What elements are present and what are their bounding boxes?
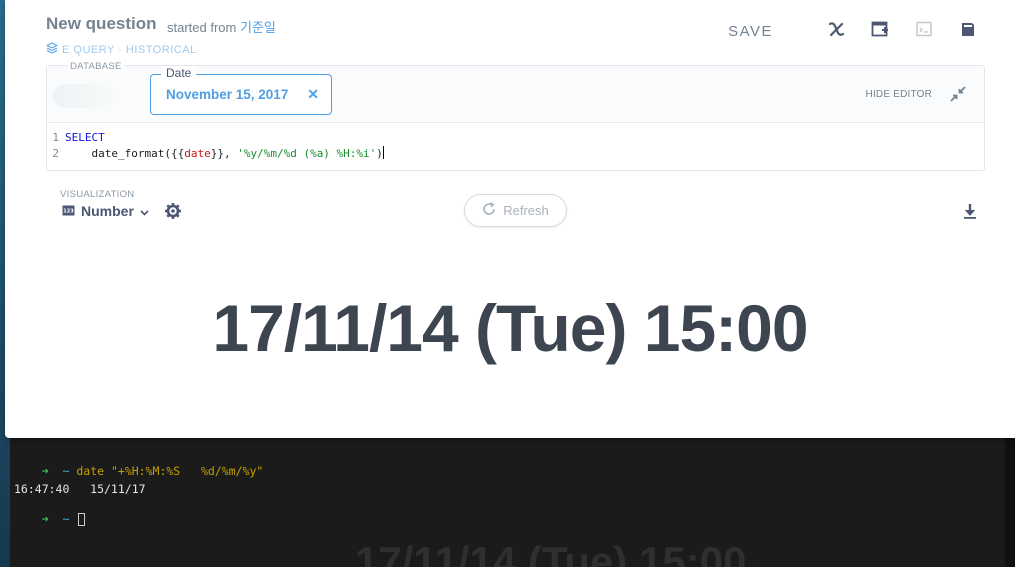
add-to-dashboard-icon[interactable] xyxy=(869,18,891,40)
template-close: }}, xyxy=(210,147,238,160)
refresh-icon xyxy=(482,202,496,219)
database-picker[interactable] xyxy=(53,84,113,108)
template-variable: date xyxy=(184,147,211,160)
collection-label: E QUERY · HISTORICAL xyxy=(62,43,197,56)
refresh-button[interactable]: Refresh xyxy=(464,194,567,227)
origin-prefix: started from xyxy=(167,20,237,35)
terminal-cursor xyxy=(78,513,86,526)
clear-icon[interactable]: ✕ xyxy=(307,86,319,103)
svg-text:123: 123 xyxy=(63,209,74,215)
terminal-edge xyxy=(1005,438,1015,567)
sql-paren: ) xyxy=(376,147,383,160)
download-icon[interactable] xyxy=(963,203,977,224)
refresh-label: Refresh xyxy=(503,203,549,218)
chevron-down-icon xyxy=(140,203,149,219)
data-reference-icon[interactable] xyxy=(957,18,979,40)
line-number: 1 xyxy=(52,131,59,144)
date-parameter-label: Date xyxy=(161,66,197,80)
date-parameter-value[interactable]: November 15, 2017 xyxy=(166,87,288,102)
template-open: {{ xyxy=(170,147,185,160)
snippet-icon[interactable] xyxy=(913,18,935,40)
terminal-prompt-arrow: ➜ xyxy=(41,512,49,526)
terminal-window: ➜ ~ date "+%H:%M:%S %d/%m/%y" 16:47:40 1… xyxy=(10,438,1005,567)
code-line: 2 date_format({{date}}, '%y/%m/%d (%a) %… xyxy=(47,146,984,162)
sql-function: date_format( xyxy=(65,147,171,160)
origin-link[interactable]: 기준일 xyxy=(240,20,276,35)
code-line: 1 SELECT xyxy=(47,130,984,146)
visualization-type-picker[interactable]: 123 Number xyxy=(62,203,149,219)
date-parameter-widget[interactable]: Date November 15, 2017 ✕ xyxy=(150,66,332,115)
editor-toolbar: DATABASE Date November 15, 2017 ✕ HIDE E… xyxy=(47,61,984,123)
terminal-dir: ~ xyxy=(62,464,70,478)
visualization-type-label: Number xyxy=(81,203,134,219)
header-actions: SAVE xyxy=(728,18,979,40)
sql-string: '%y/%m/%d (%a) %H:%i' xyxy=(237,147,377,160)
native-query-editor: DATABASE Date November 15, 2017 ✕ HIDE E… xyxy=(46,61,985,171)
collection-breadcrumb[interactable]: E QUERY · HISTORICAL xyxy=(45,42,197,57)
sql-code-area[interactable]: 1 SELECT 2 date_format({{date}}, '%y/%m/%… xyxy=(47,130,984,162)
question-origin: started from 기준일 xyxy=(167,17,276,36)
terminal-output: 16:47:40 15/11/17 xyxy=(14,482,146,496)
layers-icon xyxy=(45,42,59,57)
page-title: New question xyxy=(46,14,157,33)
metabase-window: New question started from 기준일 E QUERY · … xyxy=(5,0,1015,438)
sql-keyword: SELECT xyxy=(65,131,105,144)
scalar-result-value: 17/11/14 (Tue) 15:00 xyxy=(212,291,808,365)
terminal-prompt-arrow: ➜ xyxy=(41,464,49,478)
variable-x-icon[interactable] xyxy=(825,18,847,40)
save-button[interactable]: SAVE xyxy=(728,23,773,40)
number-viz-icon: 123 xyxy=(62,203,75,219)
text-caret xyxy=(382,146,384,159)
terminal-ghost-text: 17/11/14 (Tue) 15:00 xyxy=(355,538,747,567)
collapse-icon[interactable] xyxy=(948,84,968,109)
terminal-dir: ~ xyxy=(62,512,70,526)
database-label: DATABASE xyxy=(68,61,124,72)
visualization-label: VISUALIZATION xyxy=(60,189,135,200)
hide-editor-button[interactable]: HIDE EDITOR xyxy=(866,89,932,100)
terminal-line-prompt: ➜ ~ xyxy=(14,498,86,540)
line-number: 2 xyxy=(52,147,59,160)
terminal-command: date "+%H:%M:%S %d/%m/%y" xyxy=(76,464,264,478)
gear-icon[interactable] xyxy=(164,202,182,225)
